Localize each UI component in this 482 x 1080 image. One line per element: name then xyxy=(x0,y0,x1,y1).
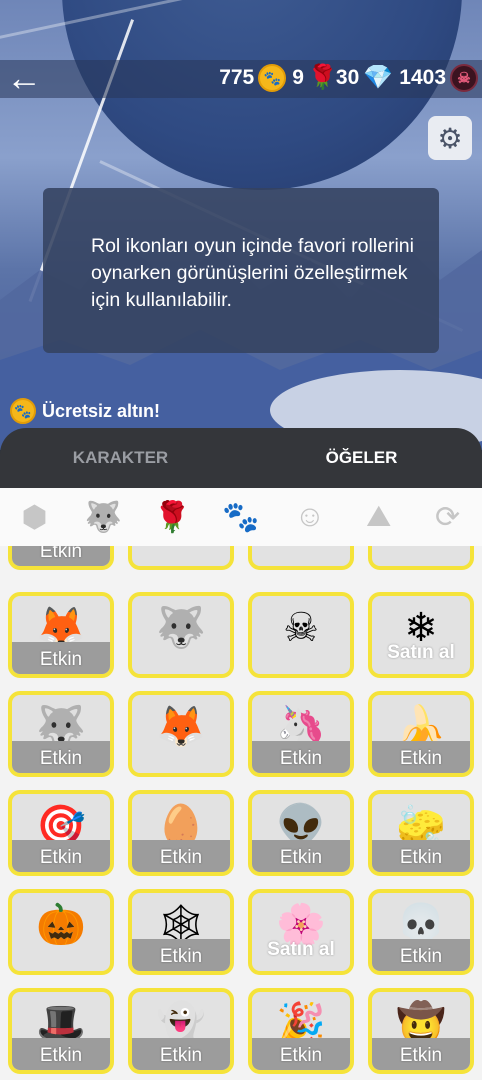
active-label: Etkin xyxy=(399,748,443,769)
item-card[interactable]: 🦄 Etkin xyxy=(248,691,354,777)
gems-value: 30 xyxy=(335,66,360,89)
item-card[interactable]: ❄ Satın al xyxy=(368,592,474,678)
coin-icon: 🐾 xyxy=(258,64,287,92)
free-gold-link[interactable]: 🐾 Ücretsiz altın! xyxy=(10,398,160,424)
active-label: Etkin xyxy=(39,1045,83,1066)
info-text: Rol ikonları oyun içinde favori rollerin… xyxy=(91,235,414,311)
active-label: Etkin xyxy=(159,847,203,868)
category-background[interactable]: ⛰ xyxy=(344,488,413,546)
item-card[interactable]: 🐺 Etkin xyxy=(8,691,114,777)
item-icon: ☠ xyxy=(283,606,319,650)
active-label: Etkin xyxy=(399,847,443,868)
category-bar: ⬢ 🐺 🌹 🐾 ☺ ⛰ ⟳ xyxy=(0,488,482,546)
shield-wolf-icon: ⬢ xyxy=(21,500,48,534)
category-rose[interactable]: 🌹 xyxy=(138,488,207,546)
info-box: Rol ikonları oyun içinde favori rollerin… xyxy=(43,188,439,353)
category-paw[interactable]: 🐾 xyxy=(207,488,276,546)
items-panel: 🟡Etkin🐾🕷🟡🦊Etkin🐺☠❄Satın al🐺Etkin🦊🦄Etkin🍌… xyxy=(0,488,482,1080)
active-label: Etkin xyxy=(399,1045,443,1066)
tab-karakter[interactable]: KARAKTER xyxy=(0,428,241,488)
tab-ogeler[interactable]: ÖĞELER xyxy=(241,428,482,488)
settings-button[interactable]: ⚙ xyxy=(428,116,472,160)
paw-icon: 🐾 xyxy=(222,500,260,534)
buy-label: Satın al xyxy=(267,939,335,960)
item-card[interactable]: 🌸 Satın al xyxy=(248,889,354,975)
coin-icon: 🐾 xyxy=(10,398,36,424)
item-icon: 🦊 xyxy=(156,705,206,749)
arrow-left-icon: ← xyxy=(6,57,42,98)
active-label: Etkin xyxy=(399,946,443,967)
coins-counter[interactable]: 775 🐾 xyxy=(219,64,287,92)
rose-icon: 🌹 xyxy=(153,500,191,534)
tab-bar: KARAKTER ÖĞELER xyxy=(0,428,482,488)
gem-icon: 💎 xyxy=(363,64,394,91)
wolf-icon: 🐺 xyxy=(84,500,122,534)
item-card[interactable]: 🕸 Etkin xyxy=(128,889,234,975)
tokens-counter[interactable]: 1403 ☠ xyxy=(399,64,478,92)
roses-value: 9 xyxy=(292,66,304,89)
item-card[interactable]: 🎯 Etkin xyxy=(8,790,114,876)
category-shield-wolf[interactable]: ⬢ xyxy=(0,488,69,546)
item-card[interactable]: 🦊 xyxy=(128,691,234,777)
item-card[interactable]: 🥚 Etkin xyxy=(128,790,234,876)
item-card[interactable]: 💀 Etkin xyxy=(368,889,474,975)
category-wolf[interactable]: 🐺 xyxy=(69,488,138,546)
gear-icon: ⚙ xyxy=(437,122,463,154)
rose-icon: 🌹 xyxy=(307,64,338,91)
active-label: Etkin xyxy=(39,847,83,868)
item-card[interactable]: ☠ xyxy=(248,592,354,678)
active-label: Etkin xyxy=(159,946,203,967)
free-gold-label: Ücretsiz altın! xyxy=(42,400,161,421)
category-emoji[interactable]: ☺ xyxy=(275,488,344,546)
item-card[interactable]: 👻 Etkin xyxy=(128,988,234,1074)
smile-icon: ☺ xyxy=(294,500,326,533)
item-card[interactable]: 🎩 Etkin xyxy=(8,988,114,1074)
item-card[interactable]: 🍌 Etkin xyxy=(368,691,474,777)
category-refresh[interactable]: ⟳ xyxy=(413,488,482,546)
skull-token-icon: ☠ xyxy=(450,64,478,92)
active-label: Etkin xyxy=(39,748,83,769)
coins-value: 775 xyxy=(219,66,255,89)
item-card[interactable]: 🎉 Etkin xyxy=(248,988,354,1074)
item-icon: 🐺 xyxy=(156,606,206,650)
landscape-icon: ⛰ xyxy=(366,500,392,533)
item-card[interactable]: 🎃 xyxy=(8,889,114,975)
back-button[interactable]: ← xyxy=(6,58,46,98)
tokens-value: 1403 xyxy=(399,66,446,89)
gems-counter[interactable]: 30 💎 xyxy=(336,66,393,90)
active-label: Etkin xyxy=(279,748,323,769)
refresh-icon: ⟳ xyxy=(435,500,461,534)
buy-label: Satın al xyxy=(387,642,455,663)
item-card[interactable]: 👽 Etkin xyxy=(248,790,354,876)
active-label: Etkin xyxy=(39,649,83,670)
item-icon: 🎃 xyxy=(36,903,86,947)
item-card[interactable]: 🦊 Etkin xyxy=(8,592,114,678)
active-label: Etkin xyxy=(279,847,323,868)
item-card[interactable]: 🤠 Etkin xyxy=(368,988,474,1074)
roses-counter[interactable]: 9 🌹 xyxy=(292,64,338,92)
items-grid: 🟡Etkin🐾🕷🟡🦊Etkin🐺☠❄Satın al🐺Etkin🦊🦄Etkin🍌… xyxy=(0,488,482,1080)
item-card[interactable]: 🐺 xyxy=(128,592,234,678)
active-label: Etkin xyxy=(159,1045,203,1066)
currency-bar: 775 🐾 9 🌹 30 💎 1403 ☠ xyxy=(219,60,478,96)
active-label: Etkin xyxy=(279,1045,323,1066)
item-card[interactable]: 🧽 Etkin xyxy=(368,790,474,876)
